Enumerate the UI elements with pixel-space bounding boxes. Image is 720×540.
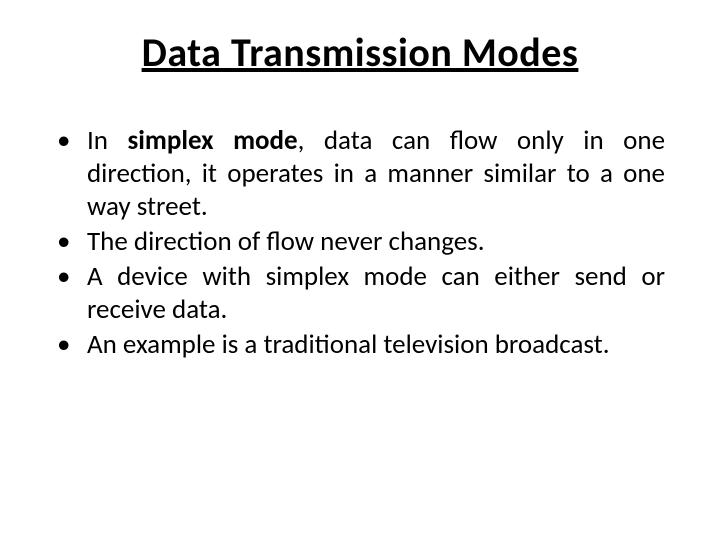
- bullet-text-bold: simplex mode: [128, 124, 298, 157]
- page-title: Data Transmission Modes: [55, 28, 665, 77]
- bullet-text: A device with simplex mode can either se…: [87, 260, 665, 326]
- list-item: A device with simplex mode can either se…: [55, 261, 665, 327]
- list-item: In simplex mode, data can flow only in o…: [55, 125, 665, 224]
- bullet-text: An example is a traditional television b…: [87, 328, 610, 361]
- list-item: An example is a traditional television b…: [55, 329, 665, 362]
- list-item: The direction of flow never changes.: [55, 226, 665, 259]
- bullet-list: In simplex mode, data can flow only in o…: [55, 125, 665, 362]
- bullet-text-prefix: In: [87, 124, 128, 157]
- bullet-text: The direction of flow never changes.: [87, 225, 485, 258]
